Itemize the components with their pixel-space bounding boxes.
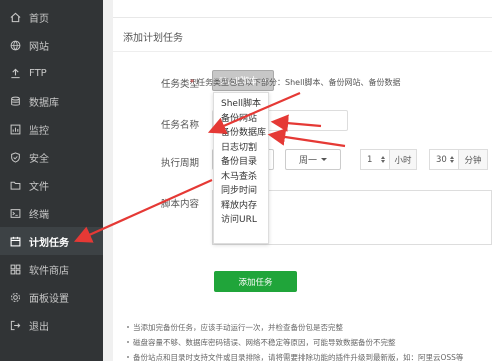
sidebar-item-label: 网站 xyxy=(29,41,49,53)
main-content: 添加计划任务 任务类型 Shell脚本 * 任务类型包含以下部分：Shell脚本、… xyxy=(103,0,492,361)
sidebar-item-settings[interactable]: 面板设置 xyxy=(0,283,103,311)
sidebar-item-label: FTP xyxy=(29,67,47,79)
dropdown-option-log-rotate[interactable]: 日志切割 xyxy=(214,141,268,156)
apps-icon xyxy=(8,262,22,276)
chevron-down-icon xyxy=(321,158,327,161)
minute-stepper[interactable]: 30 xyxy=(429,149,459,170)
dropdown-option-trojan-scan[interactable]: 木马查杀 xyxy=(214,170,268,185)
page-title: 添加计划任务 xyxy=(123,33,183,44)
divider xyxy=(113,51,492,52)
dropdown-option-visit-url[interactable]: 访问URL xyxy=(214,213,268,228)
sidebar-item-files[interactable]: 文件 xyxy=(0,171,103,199)
minute-value: 30 xyxy=(436,154,447,165)
sidebar-item-label: 软件商店 xyxy=(29,265,69,277)
sidebar-item-cron[interactable]: 计划任务 xyxy=(0,227,103,255)
terminal-icon xyxy=(8,206,22,220)
period-label: 执行周期 xyxy=(160,158,199,169)
sidebar-item-ftp[interactable]: FTP xyxy=(0,59,103,87)
dropdown-option-backup-database[interactable]: 备份数据库 xyxy=(214,126,268,141)
sidebar-item-label: 数据库 xyxy=(29,97,59,109)
gear-icon xyxy=(8,290,22,304)
sidebar-item-store[interactable]: 软件商店 xyxy=(0,255,103,283)
calendar-icon xyxy=(8,234,22,248)
tips-list: 当添加完备份任务，应该手动运行一次，并检查备份包是否完整 磁盘容量不够、数据库密… xyxy=(127,320,463,361)
folder-icon xyxy=(8,178,22,192)
stepper-arrows-icon[interactable] xyxy=(381,156,385,163)
globe-icon xyxy=(8,38,22,52)
sidebar-item-database[interactable]: 数据库 xyxy=(0,87,103,115)
add-cron-panel: 添加计划任务 任务类型 Shell脚本 * 任务类型包含以下部分：Shell脚本、… xyxy=(113,0,492,361)
sidebar-item-monitor[interactable]: 监控 xyxy=(0,115,103,143)
dropdown-option-backup-dir[interactable]: 备份目录 xyxy=(214,155,268,170)
dropdown-option-sync-time[interactable]: 同步时间 xyxy=(214,184,268,199)
divider xyxy=(113,17,492,18)
upload-icon xyxy=(8,66,22,80)
weekday-select[interactable]: 周一 xyxy=(285,149,341,170)
tip-item: 磁盘容量不够、数据库密码错误、网络不稳定等原因，可能导致数据备份不完整 xyxy=(127,335,463,350)
shield-icon xyxy=(8,150,22,164)
sidebar-item-label: 文件 xyxy=(29,181,49,193)
database-icon xyxy=(8,94,22,108)
sidebar-item-label: 首页 xyxy=(29,13,49,25)
task-type-dropdown: Shell脚本 备份网站 备份数据库 日志切割 备份目录 木马查杀 同步时间 释… xyxy=(213,92,269,244)
minute-unit: 分钟 xyxy=(458,149,488,170)
hour-stepper[interactable]: 1 xyxy=(360,149,390,170)
sidebar-item-label: 面板设置 xyxy=(29,293,69,305)
hour-value: 1 xyxy=(367,154,373,165)
sidebar-item-terminal[interactable]: 终端 xyxy=(0,199,103,227)
add-task-button[interactable]: 添加任务 xyxy=(214,271,297,292)
hour-unit: 小时 xyxy=(389,149,417,170)
task-name-label: 任务名称 xyxy=(160,120,199,131)
sidebar-item-home[interactable]: 首页 xyxy=(0,3,103,31)
sidebar-item-logout[interactable]: 退出 xyxy=(0,311,103,339)
script-label: 脚本内容 xyxy=(160,199,199,210)
task-type-note: * 任务类型包含以下部分：Shell脚本、备份网站、备份数据 xyxy=(190,78,401,87)
home-icon xyxy=(8,10,22,24)
sidebar-item-label: 计划任务 xyxy=(29,237,69,249)
dropdown-option-free-memory[interactable]: 释放内存 xyxy=(214,199,268,214)
dropdown-option-backup-site[interactable]: 备份网站 xyxy=(214,112,268,127)
stepper-arrows-icon[interactable] xyxy=(450,156,454,163)
tip-item: 备份站点和目录时支持文件或目录排除，请将需要排除功能的插件升级到最新版，如：阿里… xyxy=(127,350,463,361)
sidebar-item-security[interactable]: 安全 xyxy=(0,143,103,171)
tip-item: 当添加完备份任务，应该手动运行一次，并检查备份包是否完整 xyxy=(127,320,463,335)
logout-icon xyxy=(8,318,22,332)
sidebar-item-label: 退出 xyxy=(29,321,49,333)
monitor-icon xyxy=(8,122,22,136)
sidebar-item-label: 监控 xyxy=(29,125,49,137)
sidebar: 首页 网站 FTP 数据库 监控 安全 文件 终端 计划任务 软件商店 面板设置… xyxy=(0,0,103,361)
sidebar-item-label: 终端 xyxy=(29,209,49,221)
weekday-value: 周一 xyxy=(298,156,317,166)
sidebar-item-label: 安全 xyxy=(29,153,49,165)
dropdown-option-shell[interactable]: Shell脚本 xyxy=(214,97,268,112)
sidebar-item-website[interactable]: 网站 xyxy=(0,31,103,59)
